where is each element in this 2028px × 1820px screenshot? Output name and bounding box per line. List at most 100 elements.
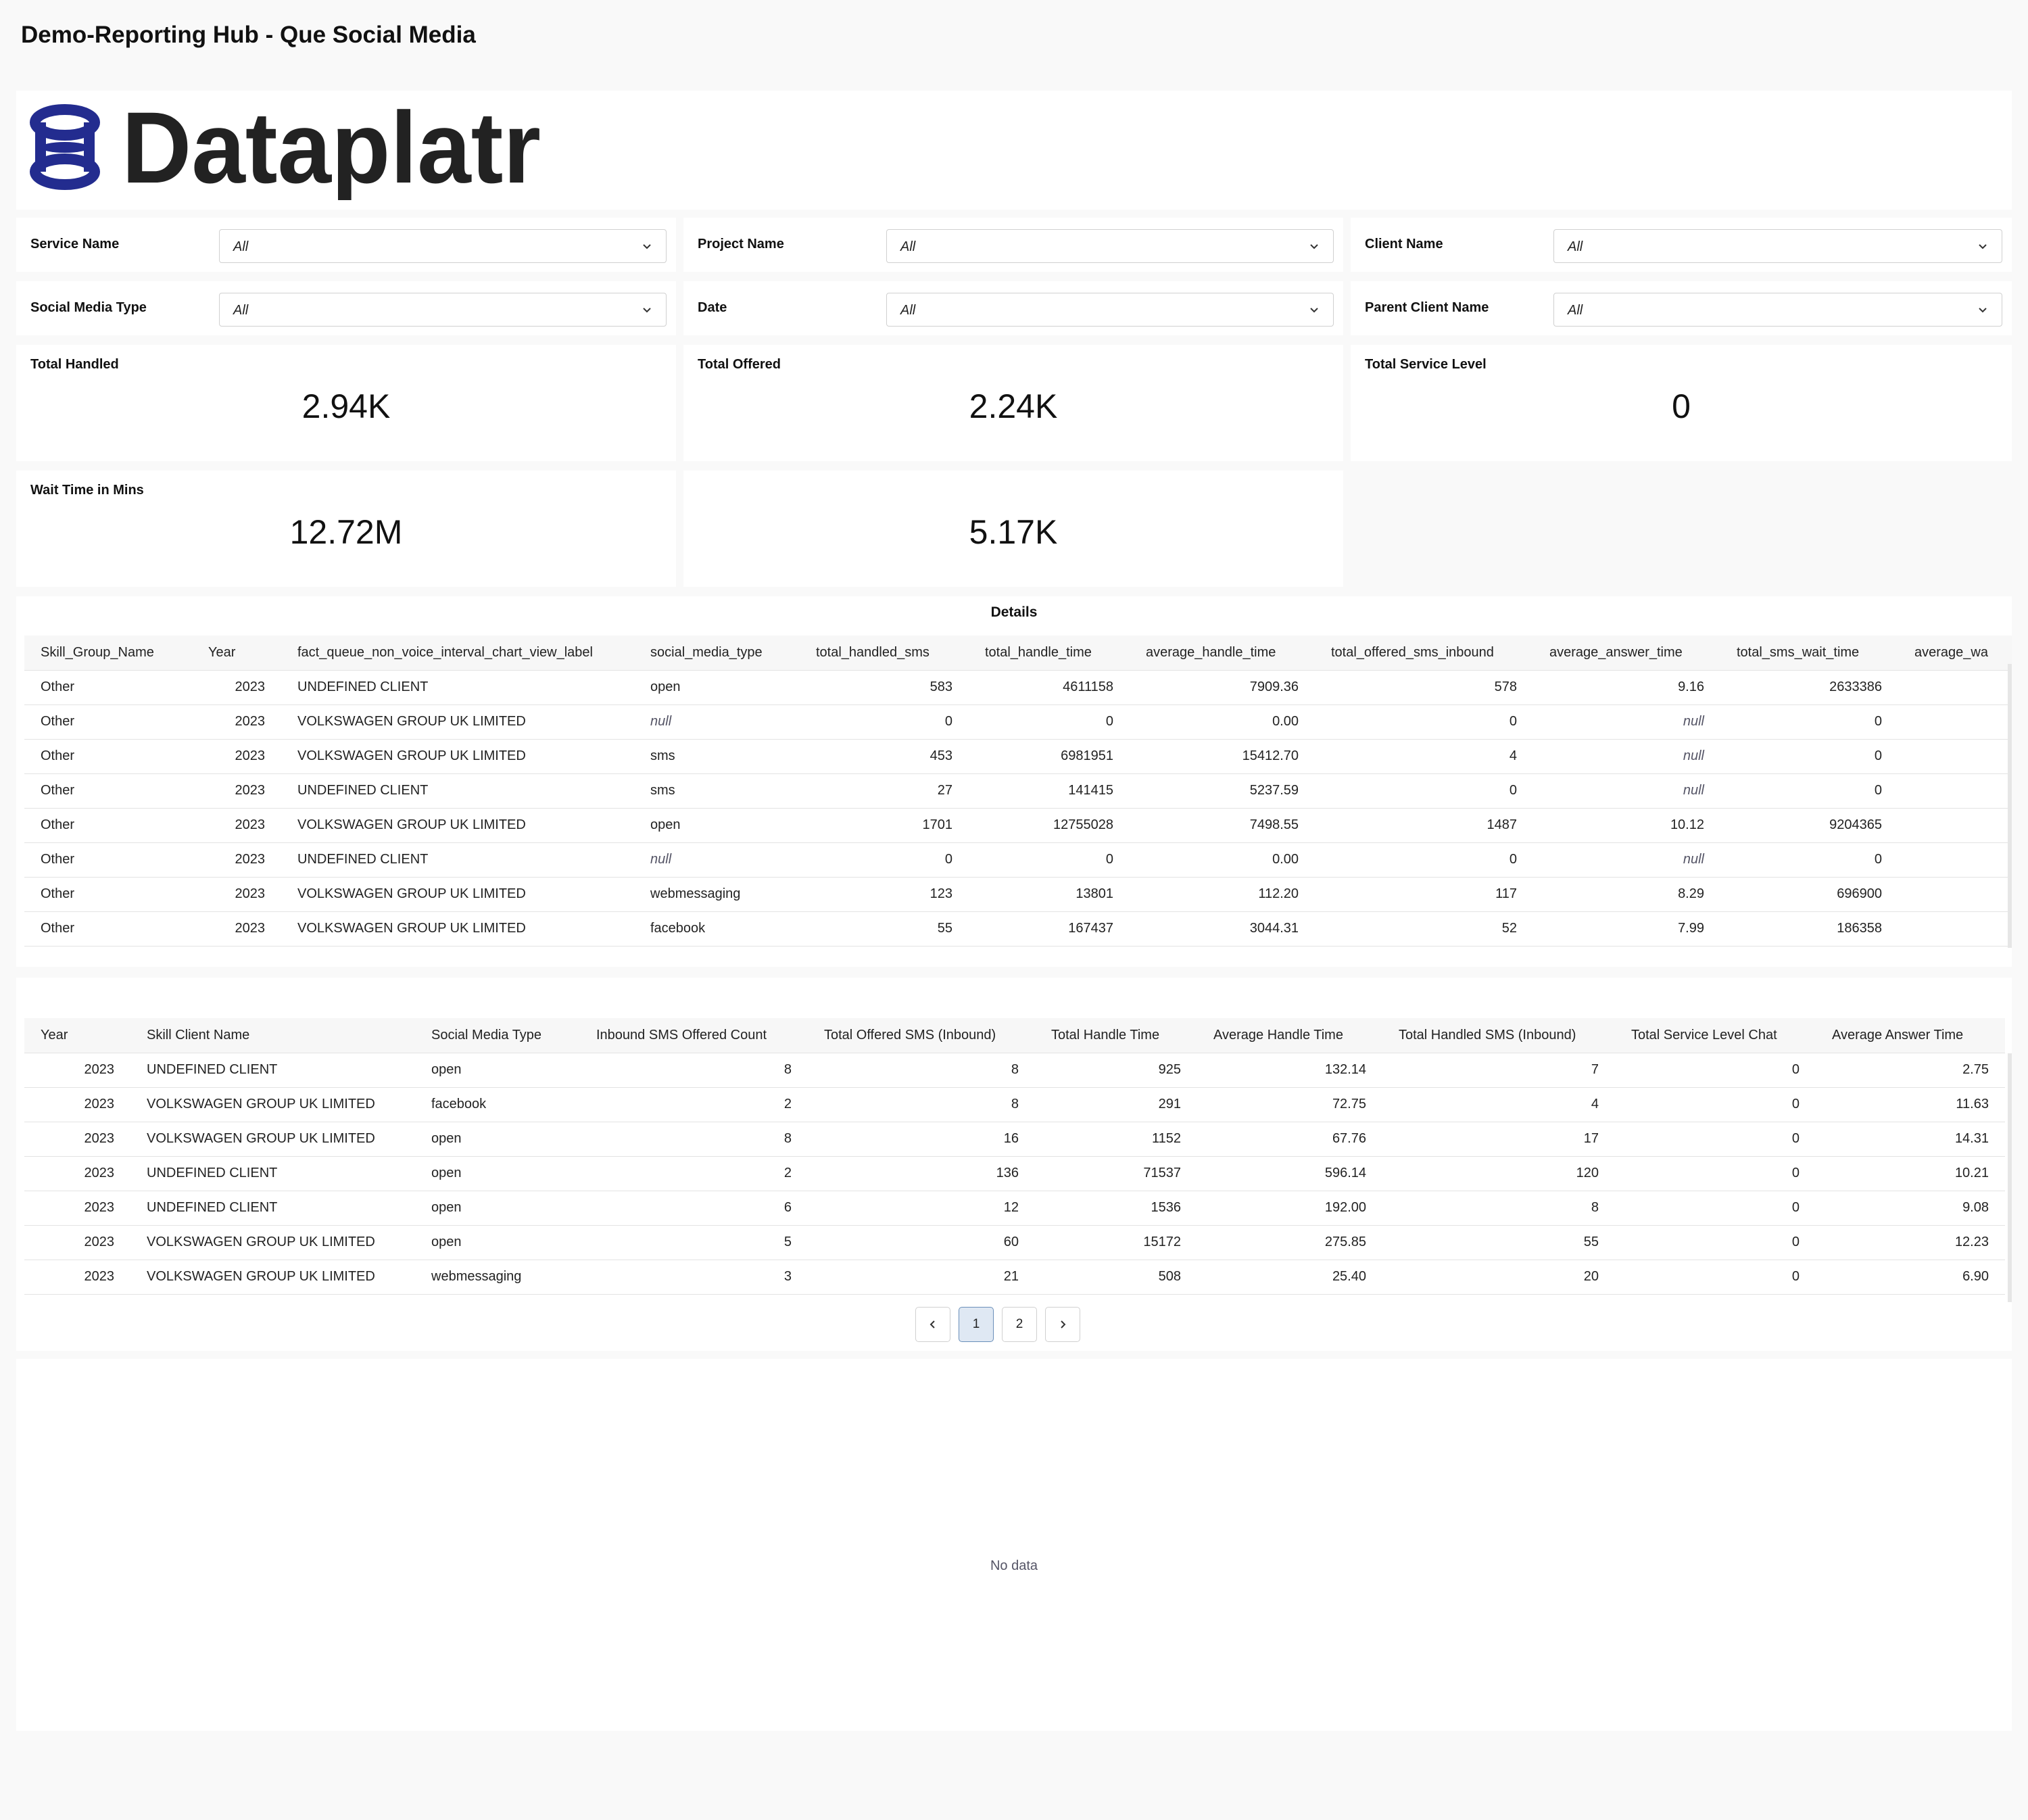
table-cell: 9204365 <box>1720 808 1898 843</box>
table-row[interactable]: 2023 VOLKSWAGEN GROUP UK LIMITED webmessag… <box>24 1260 2005 1295</box>
table-row[interactable]: Other 2023 VOLKSWAGEN GROUP UK LIMITED null… <box>24 704 2012 740</box>
table-cell: 10.12 <box>1533 808 1720 843</box>
table-cell: 117 <box>1315 877 1533 912</box>
chevron-down-icon <box>643 308 651 313</box>
table-cell: 7.99 <box>1533 911 1720 947</box>
parent-client-name-select[interactable]: All <box>1553 293 2002 327</box>
table-row[interactable]: Other 2023 UNDEFINED CLIENT sms 27 141415 5237… <box>24 773 2012 809</box>
table-cell: 67.76 <box>1197 1122 1382 1157</box>
details-title: Details <box>990 604 1038 620</box>
table-cell: UNDEFINED CLIENT <box>130 1191 415 1226</box>
social-media-type-select[interactable]: All <box>219 293 667 327</box>
table-cell: 2023 <box>192 670 281 705</box>
table-row[interactable]: Other 2023 VOLKSWAGEN GROUP UK LIMITED webm… <box>24 877 2012 912</box>
kpi-value: 2.94K <box>301 387 391 425</box>
table-cell: 0 <box>1315 704 1533 740</box>
summary-column-header[interactable]: Total Offered SMS (Inbound) <box>808 1018 1035 1053</box>
page-button-2[interactable]: 2 <box>1002 1307 1037 1342</box>
summary-table-scroll[interactable]: Year Skill Client Name Social Media Type In… <box>24 1018 2012 1302</box>
table-cell: 10.21 <box>1816 1156 2005 1191</box>
summary-column-header[interactable]: Total Service Level Chat <box>1615 1018 1816 1053</box>
client-name-select[interactable]: All <box>1553 229 2002 263</box>
table-cell: 52 <box>1315 911 1533 947</box>
details-column-header[interactable]: total_offered_sms_inbound <box>1315 636 1533 670</box>
table-cell: open <box>415 1122 580 1157</box>
table-cell: 12 <box>808 1191 1035 1226</box>
table-cell: facebook <box>415 1087 580 1122</box>
details-column-header[interactable]: average_handle_time <box>1130 636 1315 670</box>
chevron-down-icon <box>1979 308 1987 313</box>
summary-column-header[interactable]: Average Handle Time <box>1197 1018 1382 1053</box>
table-row[interactable]: Other 2023 VOLKSWAGEN GROUP UK LIMITED open… <box>24 808 2012 843</box>
svg-text:Dataplatr: Dataplatr <box>122 99 541 200</box>
table-cell: VOLKSWAGEN GROUP UK LIMITED <box>281 808 634 843</box>
table-row[interactable]: Other 2023 UNDEFINED CLIENT open 583 4611158 7… <box>24 670 2012 705</box>
details-column-header[interactable]: fact_queue_non_voice_interval_chart_view… <box>281 636 634 670</box>
details-column-header[interactable]: total_handle_time <box>969 636 1130 670</box>
table-row[interactable]: 2023 UNDEFINED CLIENT open 8 8 925 132.14 7 0 2.7… <box>24 1053 2005 1088</box>
details-column-header[interactable]: average_answer_time <box>1533 636 1720 670</box>
details-column-header[interactable]: average_wa <box>1898 636 2012 670</box>
table-cell: VOLKSWAGEN GROUP UK LIMITED <box>281 739 634 774</box>
summary-column-header[interactable]: Inbound SMS Offered Count <box>580 1018 808 1053</box>
table-cell: 3044.31 <box>1130 911 1315 947</box>
summary-column-header[interactable]: Total Handle Time <box>1035 1018 1197 1053</box>
table-row[interactable]: Other 2023 VOLKSWAGEN GROUP UK LIMITED face… <box>24 911 2012 947</box>
table-cell: 12.23 <box>1816 1225 2005 1260</box>
details-column-header[interactable]: total_handled_sms <box>800 636 969 670</box>
summary-column-header[interactable]: Average Answer Time <box>1816 1018 2005 1053</box>
table-cell <box>1898 739 2012 774</box>
page-button-1[interactable]: 1 <box>959 1307 994 1342</box>
details-column-header[interactable]: Skill_Group_Name <box>24 636 192 670</box>
previous-page-button[interactable] <box>915 1307 950 1342</box>
table-cell: sms <box>634 739 800 774</box>
table-cell: facebook <box>634 911 800 947</box>
table-row[interactable]: 2023 UNDEFINED CLIENT open 2 136 71537 596.14 1… <box>24 1156 2005 1191</box>
summary-column-header[interactable]: Social Media Type <box>415 1018 580 1053</box>
table-row[interactable]: 2023 VOLKSWAGEN GROUP UK LIMITED open 5 60 15… <box>24 1225 2005 1260</box>
table-row[interactable]: 2023 UNDEFINED CLIENT open 6 12 1536 192.00 8 0 9… <box>24 1191 2005 1226</box>
logo-card: Dataplatr <box>16 91 2012 210</box>
date-select[interactable]: All <box>886 293 1334 327</box>
page-title: Demo-Reporting Hub - Que Social Media <box>21 22 476 48</box>
filter-label: Parent Client Name <box>1365 300 1489 315</box>
details-column-header[interactable]: total_sms_wait_time <box>1720 636 1898 670</box>
table-row[interactable]: 2023 VOLKSWAGEN GROUP UK LIMITED facebook 2… <box>24 1087 2005 1122</box>
table-row[interactable]: Other 2023 UNDEFINED CLIENT null 0 0 0.00 0 null… <box>24 842 2012 878</box>
summary-column-header[interactable]: Skill Client Name <box>130 1018 415 1053</box>
details-column-header[interactable]: Year <box>192 636 281 670</box>
chevron-left-icon <box>930 1320 935 1328</box>
pagination: 1 2 <box>915 1307 1080 1342</box>
table-cell: 2023 <box>24 1225 130 1260</box>
select-value: All <box>900 239 916 254</box>
table-cell: 0 <box>1720 739 1898 774</box>
table-cell: Other <box>24 842 192 878</box>
empty-chart-card: No data <box>16 1359 2012 1731</box>
table-row[interactable]: Other 2023 VOLKSWAGEN GROUP UK LIMITED sms 4… <box>24 739 2012 774</box>
table-cell: 8 <box>1382 1191 1615 1226</box>
kpi-unlabeled: 5.17K <box>683 471 1343 587</box>
table-cell: 6 <box>580 1191 808 1226</box>
table-cell: 2023 <box>24 1122 130 1157</box>
summary-column-header[interactable]: Total Handled SMS (Inbound) <box>1382 1018 1615 1053</box>
summary-scrollbar[interactable] <box>2008 1053 2012 1302</box>
table-cell: open <box>415 1191 580 1226</box>
details-scrollbar[interactable] <box>2008 664 2012 948</box>
table-cell: 2023 <box>24 1260 130 1295</box>
table-cell: 136 <box>808 1156 1035 1191</box>
table-row[interactable]: 2023VOLKSWAGEN GROUP UK LIMITEDopen41523… <box>24 1294 2005 1302</box>
table-row[interactable]: 2023 VOLKSWAGEN GROUP UK LIMITED open 8 16 11… <box>24 1122 2005 1157</box>
table-cell: 1536 <box>1035 1191 1197 1226</box>
project-name-select[interactable]: All <box>886 229 1334 263</box>
next-page-button[interactable] <box>1045 1307 1080 1342</box>
table-cell: 127 <box>1382 1294 1615 1302</box>
details-column-header[interactable]: social_media_type <box>634 636 800 670</box>
table-cell: 2023 <box>192 911 281 947</box>
table-cell: 112.20 <box>1130 877 1315 912</box>
summary-column-header[interactable]: Year <box>24 1018 130 1053</box>
details-table-scroll[interactable]: Skill_Group_Name Year fact_queue_non_voice… <box>24 636 2012 960</box>
table-cell: VOLKSWAGEN GROUP UK LIMITED <box>281 911 634 947</box>
table-cell: Other <box>24 808 192 843</box>
table-cell: UNDEFINED CLIENT <box>281 842 634 878</box>
service-name-select[interactable]: All <box>219 229 667 263</box>
